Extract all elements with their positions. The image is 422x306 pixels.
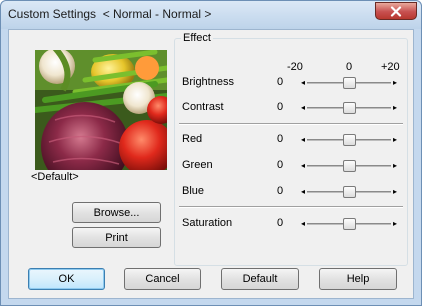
slider-left-arrow-icon[interactable]: ◂ <box>299 160 307 172</box>
window-title: Custom Settings < Normal - Normal > <box>8 7 212 21</box>
slider-thumb[interactable] <box>342 77 356 89</box>
slider-right-arrow-icon[interactable]: ▸ <box>391 186 399 198</box>
default-button[interactable]: Default <box>221 268 299 290</box>
contrast-value: 0 <box>277 101 284 113</box>
contrast-slider[interactable]: ◂ ▸ <box>299 102 399 114</box>
dialog-body: <Default> Browse... Print Effect -20 0 +… <box>8 29 414 299</box>
brightness-slider[interactable]: ◂ ▸ <box>299 77 399 89</box>
close-button[interactable] <box>375 2 417 20</box>
help-button[interactable]: Help <box>319 268 397 290</box>
blue-label: Blue <box>182 185 205 197</box>
brightness-value: 0 <box>277 76 284 88</box>
saturation-value: 0 <box>277 217 284 229</box>
green-label: Green <box>182 159 213 171</box>
slider-right-arrow-icon[interactable]: ▸ <box>391 77 399 89</box>
slider-thumb[interactable] <box>342 218 356 230</box>
contrast-label: Contrast <box>182 101 224 113</box>
print-button[interactable]: Print <box>72 227 161 248</box>
red-label: Red <box>182 133 203 145</box>
slider-right-arrow-icon[interactable]: ▸ <box>391 160 399 172</box>
separator <box>179 206 403 208</box>
slider-left-arrow-icon[interactable]: ◂ <box>299 186 307 198</box>
ok-button[interactable]: OK <box>28 268 105 290</box>
slider-left-arrow-icon[interactable]: ◂ <box>299 102 307 114</box>
green-slider[interactable]: ◂ ▸ <box>299 160 399 172</box>
green-value: 0 <box>277 159 284 171</box>
brightness-label: Brightness <box>182 76 234 88</box>
blue-value: 0 <box>277 185 284 197</box>
slider-left-arrow-icon[interactable]: ◂ <box>299 218 307 230</box>
title-bar[interactable]: Custom Settings < Normal - Normal > <box>1 1 421 29</box>
blue-slider[interactable]: ◂ ▸ <box>299 186 399 198</box>
slider-thumb[interactable] <box>342 134 356 146</box>
preview-image <box>35 50 167 170</box>
custom-settings-dialog: Custom Settings < Normal - Normal > <Def… <box>0 0 422 306</box>
red-slider[interactable]: ◂ ▸ <box>299 134 399 146</box>
slider-right-arrow-icon[interactable]: ▸ <box>391 134 399 146</box>
saturation-label: Saturation <box>182 217 233 229</box>
slider-right-arrow-icon[interactable]: ▸ <box>391 218 399 230</box>
red-value: 0 <box>277 133 284 145</box>
slider-thumb[interactable] <box>342 186 356 198</box>
effect-group: Effect -20 0 +20 Brightness 0 ◂ ▸ Contra… <box>174 32 408 266</box>
slider-right-arrow-icon[interactable]: ▸ <box>391 102 399 114</box>
effect-group-title: Effect <box>181 32 213 44</box>
browse-button[interactable]: Browse... <box>72 202 161 223</box>
slider-thumb[interactable] <box>342 102 356 114</box>
slider-left-arrow-icon[interactable]: ◂ <box>299 134 307 146</box>
close-icon <box>390 5 402 17</box>
slider-thumb[interactable] <box>342 160 356 172</box>
slider-left-arrow-icon[interactable]: ◂ <box>299 77 307 89</box>
scale-mid-label: 0 <box>346 61 353 73</box>
preview-default-label: <Default> <box>31 171 79 183</box>
scale-min-label: -20 <box>287 61 303 73</box>
separator <box>179 123 403 125</box>
saturation-slider[interactable]: ◂ ▸ <box>299 218 399 230</box>
scale-max-label: +20 <box>381 61 400 73</box>
cancel-button[interactable]: Cancel <box>124 268 201 290</box>
